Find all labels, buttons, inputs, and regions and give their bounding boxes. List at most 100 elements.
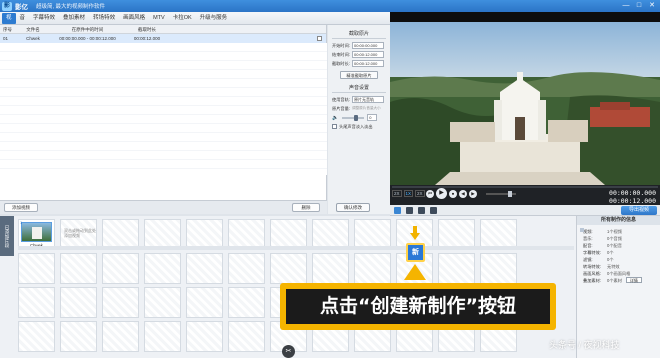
next-frame-icon[interactable]: ▶	[469, 189, 477, 198]
info-key: 配音:	[583, 243, 593, 248]
timeline-slot[interactable]	[312, 253, 349, 284]
volume-hint: 调整原片音量大小	[352, 106, 381, 110]
delete-button[interactable]: 删除	[292, 203, 320, 212]
prev-frame-icon[interactable]: ◀	[459, 189, 467, 198]
create-new-project-button[interactable]: 新	[406, 243, 425, 262]
timeline-slot[interactable]	[60, 287, 97, 318]
timeline-slot[interactable]	[18, 253, 55, 284]
info-value: 0个音频	[607, 236, 622, 241]
volume-slider[interactable]	[342, 114, 365, 121]
timeline-slot[interactable]	[228, 321, 265, 352]
file-list-panel: 序号 文件名 在原件中的时间 截取时长 01 Chwek 00:00:00.00…	[0, 25, 327, 214]
speed-toggle[interactable]: 2X	[415, 190, 425, 197]
timeline-slot[interactable]	[270, 253, 307, 284]
timeline-slot[interactable]	[60, 253, 97, 284]
col-filename: 文件名	[26, 27, 40, 32]
info-key: 叠加素材:	[583, 278, 601, 283]
arrow-down-icon	[410, 226, 420, 240]
menu-karaoke[interactable]: 卡拉OK	[169, 13, 196, 24]
speaker-icon: 🔈	[332, 114, 339, 121]
timeline-slot[interactable]	[438, 253, 475, 284]
clip-settings-panel: 截取原片 开始时间: 00:00:00.000 结束时间: 00:00:12.0…	[328, 25, 390, 214]
menu-subtitle[interactable]: 字幕特效	[29, 13, 59, 24]
export-video-button[interactable]: 导出视频	[621, 206, 657, 215]
current-time: 00:00:00.000	[609, 189, 656, 197]
clip-number: 1	[20, 220, 23, 225]
timeline-slot[interactable]	[186, 287, 223, 318]
timeline-slot[interactable]	[102, 253, 139, 284]
timeline-slot[interactable]	[480, 253, 517, 284]
minimize-icon[interactable]: —	[622, 2, 630, 10]
timeline-slot[interactable]	[186, 253, 223, 284]
speed-toggle[interactable]: 2X	[392, 190, 402, 197]
preview-toolbar: 导出视频	[390, 205, 660, 216]
audio-section-title: 声音设置	[348, 85, 369, 91]
volume-slider-knob[interactable]	[354, 114, 359, 121]
info-title: 所有制作的信息	[577, 216, 660, 225]
menu-audio[interactable]: 音	[16, 13, 30, 24]
menu-video[interactable]: 视	[2, 12, 16, 24]
start-time-input[interactable]: 00:00:00.000	[352, 42, 384, 49]
end-time-label: 结束时间:	[332, 51, 350, 57]
stop-icon[interactable]: ⏹	[449, 189, 457, 198]
precise-clip-button[interactable]: 精准截取原片	[340, 71, 378, 79]
row-checkbox[interactable]	[317, 36, 322, 41]
details-button[interactable]: 详情	[625, 277, 642, 283]
scissors-icon[interactable]: ✂	[282, 345, 295, 358]
speed-toggle[interactable]: 1X	[403, 190, 414, 197]
timeline-slot[interactable]	[228, 253, 265, 284]
timeline-slot[interactable]	[60, 321, 97, 352]
clip-thumbnail	[21, 222, 52, 242]
clip-section-title: 截取原片	[348, 31, 369, 37]
info-value: 0个	[607, 250, 614, 255]
project-icon[interactable]	[394, 207, 401, 214]
timeline-slot[interactable]	[144, 321, 181, 352]
add-video-button[interactable]: 添加视频	[4, 203, 38, 212]
timeline-slot[interactable]	[144, 287, 181, 318]
info-value: 0个素材	[607, 278, 622, 283]
end-time-input[interactable]: 00:00:12.000	[352, 51, 384, 58]
row-number: 01	[3, 36, 9, 41]
folder-icon[interactable]	[406, 207, 413, 214]
menu-transition[interactable]: 转场特效	[89, 13, 119, 24]
menu-mtv[interactable]: MTV	[149, 13, 169, 24]
arrow-up-icon	[404, 264, 426, 280]
timeline-slot[interactable]	[18, 287, 55, 318]
timeline-slot[interactable]	[18, 321, 55, 352]
start-time-label: 开始时间:	[332, 42, 350, 48]
timeline-slot[interactable]	[144, 253, 181, 284]
menu-upgrade[interactable]: 升级与服务	[196, 13, 232, 24]
timeline-slot[interactable]	[228, 287, 265, 318]
maximize-icon[interactable]: □	[635, 2, 643, 10]
player-volume-slider[interactable]	[486, 191, 516, 197]
table-row[interactable]: 01 Chwek 00:00:00.000 - 00:00:12.000 00:…	[0, 34, 326, 43]
info-value: 0个画面风格	[607, 271, 631, 276]
close-icon[interactable]: ✕	[648, 2, 656, 10]
confirm-button[interactable]: 确认修改	[336, 203, 370, 212]
col-number: 序号	[3, 27, 12, 32]
main-menu: 视 音 字幕特效 叠加素材 转场特效 画面风格 MTV 卡拉OK 升级与服务	[0, 12, 390, 25]
preview-frame	[390, 22, 660, 185]
track-select[interactable]: 原片无音轨	[352, 96, 384, 103]
app-logo-icon: 影	[2, 1, 12, 11]
timeline-slot[interactable]	[354, 253, 391, 284]
play-icon[interactable]: ▶	[436, 188, 447, 199]
skip-back-icon[interactable]: ⏮	[426, 189, 434, 198]
timeline-slot[interactable]	[102, 321, 139, 352]
title-bar: 影 影亿 超级简, 最大的视频制作软件 — □ ✕	[0, 0, 660, 12]
total-time: 00:00:12.000	[609, 197, 656, 205]
menu-style[interactable]: 画面风格	[119, 13, 149, 24]
timeline-slot[interactable]	[186, 321, 223, 352]
settings-icon[interactable]	[430, 207, 437, 214]
info-key: 转场特效:	[583, 264, 601, 269]
timeline-slot[interactable]	[102, 287, 139, 318]
clip-length-input[interactable]: 00:00:12.000	[352, 60, 384, 67]
volume-value[interactable]: 0	[367, 114, 378, 121]
menu-overlay[interactable]: 叠加素材	[59, 13, 89, 24]
timeline-side-label: 已添加片段	[0, 216, 14, 256]
player-volume-knob[interactable]	[508, 191, 512, 197]
fade-checkbox[interactable]	[332, 124, 337, 129]
col-source-time: 在原件中的时间	[71, 27, 104, 32]
video-preview[interactable]	[390, 12, 660, 185]
save-icon[interactable]	[418, 207, 425, 214]
